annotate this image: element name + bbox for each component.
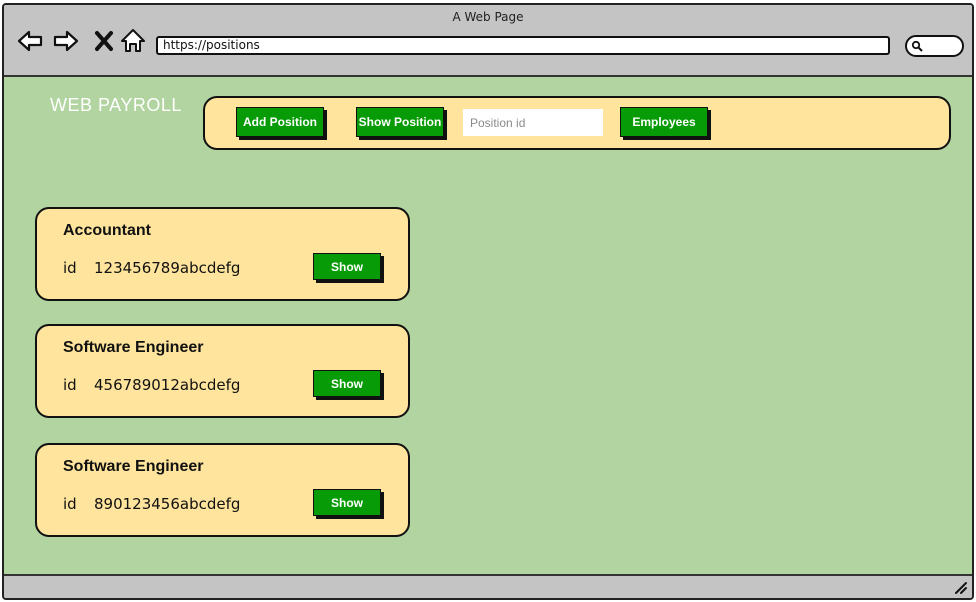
position-id-value: 123456789abcdefg (94, 259, 241, 277)
close-x-icon[interactable] (90, 27, 118, 55)
position-id-input[interactable] (463, 109, 603, 136)
position-id-value: 890123456abcdefg (94, 495, 241, 513)
position-card: Software Engineer id 890123456abcdefg Sh… (35, 443, 410, 537)
position-id-label: id (63, 376, 77, 394)
position-id-value: 456789012abcdefg (94, 376, 241, 394)
resize-grip-icon[interactable] (952, 579, 968, 595)
position-title: Software Engineer (63, 339, 204, 356)
top-nav-bar: Add Position Show Position Employees (203, 96, 951, 150)
app-brand: WEB PAYROLL (50, 95, 182, 115)
browser-window: A Web Page https://positions WEB PAYROLL… (2, 3, 974, 600)
page-content: WEB PAYROLL Add Position Show Position E… (4, 77, 972, 576)
show-position-detail-button[interactable]: Show (313, 253, 381, 280)
search-icon (911, 40, 923, 52)
back-arrow-icon[interactable] (16, 27, 44, 55)
position-id-label: id (63, 259, 77, 277)
show-position-detail-button[interactable]: Show (313, 370, 381, 397)
employees-button[interactable]: Employees (620, 107, 708, 137)
show-position-button[interactable]: Show Position (356, 107, 444, 137)
browser-search[interactable] (905, 35, 964, 57)
browser-statusbar (4, 574, 972, 598)
browser-titlebar: A Web Page https://positions (4, 5, 972, 77)
show-position-detail-button[interactable]: Show (313, 489, 381, 516)
window-title: A Web Page (452, 10, 524, 24)
home-icon[interactable] (119, 27, 147, 55)
add-position-button[interactable]: Add Position (236, 107, 324, 137)
position-title: Accountant (63, 222, 151, 239)
position-card: Accountant id 123456789abcdefg Show (35, 207, 410, 301)
position-card: Software Engineer id 456789012abcdefg Sh… (35, 324, 410, 418)
url-bar[interactable]: https://positions (156, 36, 890, 55)
position-title: Software Engineer (63, 458, 204, 475)
forward-arrow-icon[interactable] (52, 27, 80, 55)
position-id-label: id (63, 495, 77, 513)
